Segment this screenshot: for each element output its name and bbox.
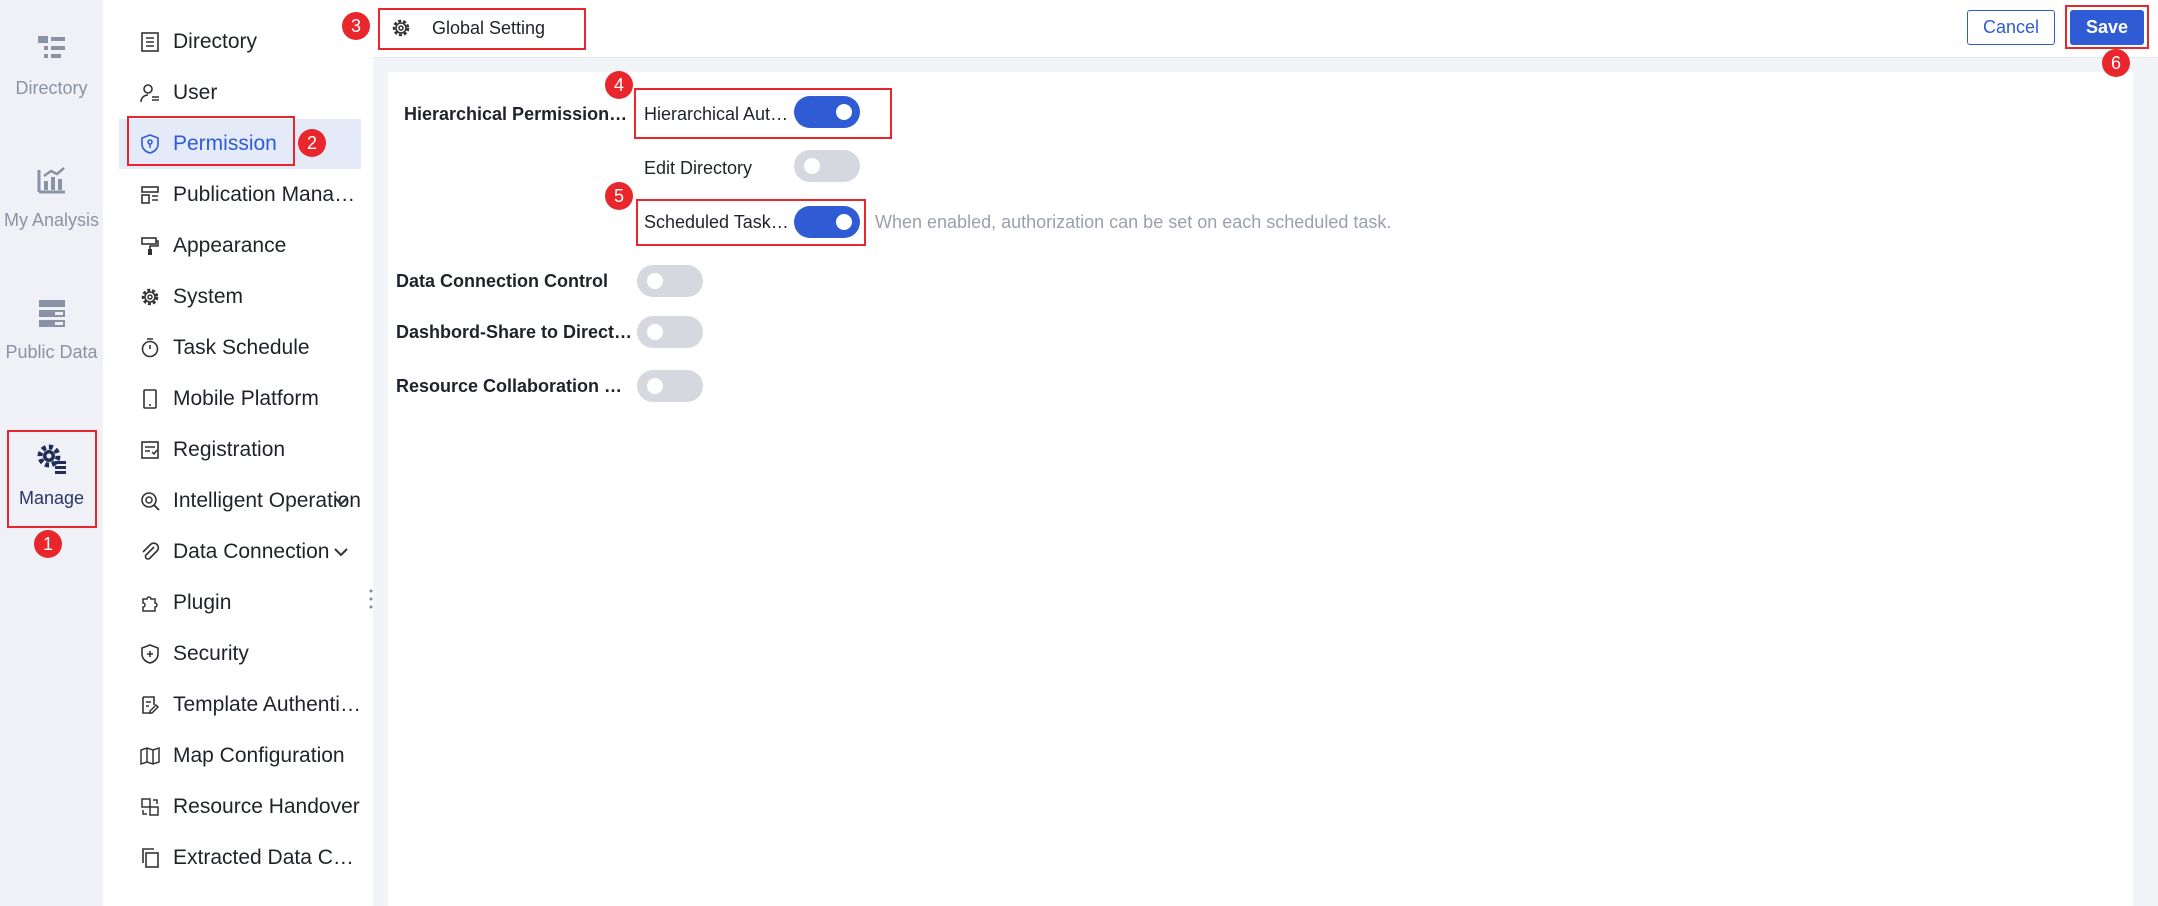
rail-item-public-data[interactable]: Public Data: [0, 274, 103, 384]
nav-item-mobile-platform[interactable]: Mobile Platform: [119, 374, 361, 424]
data-connection-control-toggle[interactable]: [637, 265, 703, 297]
edit-directory-label: Edit Directory: [644, 158, 753, 178]
user-icon: [140, 84, 159, 103]
directory-list-icon: [37, 35, 65, 58]
annotation-badge: 5: [605, 182, 633, 210]
nav-label: Resource Handover: [173, 795, 360, 818]
manage-gear-icon: [37, 444, 66, 474]
settings-panel: [388, 72, 2133, 906]
nav-label: Data Connection: [173, 540, 330, 563]
public-data-icon: [38, 299, 65, 327]
nav-item-data-connection[interactable]: Data Connection: [119, 527, 361, 577]
shield-plus-icon: [141, 644, 159, 664]
rail-item-manage[interactable]: Manage: [0, 420, 103, 530]
nav-item-system[interactable]: System: [119, 272, 361, 322]
nav-label: Directory: [173, 30, 258, 53]
shield-icon: [141, 134, 159, 154]
nav-item-publication-management[interactable]: Publication Management: [119, 170, 361, 220]
cancel-button[interactable]: Cancel: [1967, 10, 2055, 45]
chevron-down-icon[interactable]: [331, 491, 351, 511]
copy-icon: [142, 848, 159, 868]
nav-item-task-schedule[interactable]: Task Schedule: [119, 323, 361, 373]
nav-label: Mobile Platform: [173, 387, 319, 410]
nav-label: Plugin: [173, 591, 232, 614]
nav-label: Template Authentication: [173, 693, 361, 716]
nav-label: Task Schedule: [173, 336, 310, 359]
handover-icon: [141, 798, 159, 816]
scheduled-task-label: Scheduled Task Authorization: [644, 212, 790, 232]
top-bar: [373, 0, 2158, 58]
nav-item-appearance[interactable]: Appearance: [119, 221, 361, 271]
breadcrumb-global-setting[interactable]: Global Setting: [378, 8, 586, 48]
paint-roller-icon: [141, 237, 159, 255]
rail-label: Public Data: [5, 341, 98, 362]
timer-icon: [141, 338, 159, 358]
mobile-icon: [143, 389, 157, 409]
rail-item-directory[interactable]: Directory: [0, 10, 103, 120]
nav-item-template-authentication[interactable]: Template Authentication: [119, 680, 361, 730]
puzzle-icon: [142, 596, 158, 612]
annotation-badge: 4: [605, 71, 633, 99]
scheduled-task-toggle[interactable]: [794, 206, 860, 238]
nav-item-registration[interactable]: Registration: [119, 425, 361, 475]
map-icon: [140, 746, 160, 766]
rail-label: My Analysis: [3, 209, 100, 230]
data-connection-control-label: Data Connection Control: [396, 271, 608, 291]
nav-label: Registration: [173, 438, 286, 461]
nav-label: System: [173, 285, 244, 308]
nav-label: User: [173, 81, 218, 104]
nav-item-map-configuration[interactable]: Map Configuration: [119, 731, 361, 781]
nav-item-plugin[interactable]: Plugin: [119, 578, 361, 628]
breadcrumb-label: Global Setting: [432, 17, 546, 38]
annotation-badge: 2: [298, 129, 326, 157]
scheduled-task-hint: When enabled, authorization can be set o…: [875, 212, 1392, 232]
rail-label: Directory: [15, 77, 88, 98]
resource-collab-toggle[interactable]: [637, 370, 703, 402]
nav-label: Appearance: [173, 234, 287, 257]
nav-label: Permission: [173, 132, 277, 155]
nav-item-directory[interactable]: Directory: [119, 17, 361, 67]
nav-item-resource-handover[interactable]: Resource Handover: [119, 782, 361, 832]
template-icon: [142, 696, 160, 714]
dashboard-share-toggle[interactable]: [637, 316, 703, 348]
settings-nav: Directory User Permission Publication Ma…: [103, 0, 373, 906]
resource-collab-label: Resource Collaboration Control: [396, 376, 634, 396]
left-rail: Directory My Analysis Public Data Manage: [0, 0, 103, 906]
annotation-badge: 3: [342, 12, 370, 40]
nav-item-intelligent-operation[interactable]: Intelligent Operation: [119, 476, 361, 526]
nav-item-user[interactable]: User: [119, 68, 361, 118]
save-button[interactable]: Save: [2070, 10, 2144, 45]
annotation-badge: 1: [34, 530, 62, 558]
registration-icon: [141, 441, 159, 459]
chevron-down-icon[interactable]: [331, 542, 351, 562]
hierarchical-auth-toggle[interactable]: [794, 96, 860, 128]
nav-label: Publication Management: [173, 183, 361, 206]
publication-icon: [141, 186, 159, 204]
nav-item-extracted-data-cache[interactable]: Extracted Data Cache: [119, 833, 361, 883]
hierarchical-auth-label: Hierarchical Authorization: [644, 104, 790, 124]
paperclip-icon: [142, 542, 160, 560]
annotation-badge: 6: [2102, 49, 2130, 77]
nav-label: Map Configuration: [173, 744, 345, 767]
nav-item-security[interactable]: Security: [119, 629, 361, 679]
list-icon: [141, 32, 159, 52]
rail-label: Manage: [18, 487, 85, 508]
gear-icon: [392, 19, 410, 37]
rail-item-my-analysis[interactable]: My Analysis: [0, 142, 103, 252]
analysis-chart-icon: [37, 166, 65, 193]
gear-icon: [141, 288, 159, 306]
hierarchical-permission-label: Hierarchical Permission Management: [404, 104, 632, 124]
edit-directory-toggle[interactable]: [794, 150, 860, 182]
ops-icon: [141, 492, 160, 511]
dashboard-share-label: Dashbord-Share to Directory: [396, 322, 634, 342]
nav-label: Security: [173, 642, 249, 665]
nav-label: Extracted Data Cache: [173, 846, 361, 869]
